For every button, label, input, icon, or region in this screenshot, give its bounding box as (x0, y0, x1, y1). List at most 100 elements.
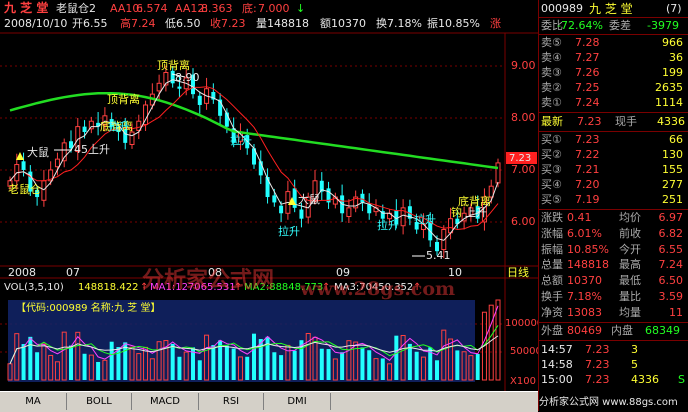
volume-bar (116, 347, 121, 380)
hook-label: 钩 (451, 206, 462, 219)
low-value: 5.41 (426, 249, 451, 262)
inner-label: 内盘 (611, 324, 633, 337)
tab-ma[interactable]: MA (0, 393, 67, 410)
quote-row[interactable]: 15:00 7.23 4336 S (539, 373, 688, 387)
bar-date: 2008/10/10 (4, 17, 68, 30)
quote-row[interactable]: 总量 148818 最高 7.24 (539, 258, 688, 272)
sell-volume: 1114 (655, 96, 683, 109)
stat-value: 10370 (567, 274, 602, 288)
buy-volume: 130 (662, 148, 683, 161)
quote-sidebar: 000989 九 芝 堂 (7) 委比 -72.64% 委差 -3979 卖⑤ 7… (538, 0, 688, 411)
bottom-value: 7.000 (258, 2, 290, 15)
quote-row[interactable]: 买④ 7.20 277 (539, 178, 688, 192)
date-tick: 2008 (8, 266, 36, 279)
volume-bar (197, 360, 202, 380)
sell-level-label: 卖① (541, 96, 562, 109)
bar-low: 低6.50 (165, 17, 201, 30)
bottom-arrow-icon: ↓ (296, 2, 306, 15)
quote-row[interactable]: 振幅 10.85% 今开 6.55 (539, 243, 688, 257)
volume-bar (394, 335, 399, 380)
vol-title: VOL(3,5,10) (4, 282, 64, 293)
buy-volume: 277 (662, 178, 683, 191)
candle-body (129, 131, 135, 146)
candle-body (346, 207, 352, 218)
quote-row[interactable]: 卖① 7.24 1114 (539, 96, 688, 110)
buy-volume: 66 (669, 133, 683, 146)
footer-watermark: 分析家公式网 www.88gs.com (539, 397, 678, 408)
weicha-value: -3979 (647, 19, 679, 32)
quote-row[interactable]: 涨幅 6.01% 前收 6.82 (539, 227, 688, 241)
inner-panel-label: 【代码:000989 名称:九 芝 堂】 (16, 303, 161, 314)
indicator-name[interactable]: 老鼠仓2 (56, 3, 96, 15)
big-rat-label: 大鼠 (27, 146, 49, 159)
quote-row[interactable]: 总额 10370 最低 6.50 (539, 274, 688, 288)
quote-row[interactable]: 卖⑤ 7.28 966 (539, 36, 688, 50)
quote-row[interactable]: 买② 7.22 130 (539, 148, 688, 162)
watermark-url: www.28gs.com (300, 278, 456, 300)
buy-price: 7.19 (575, 193, 600, 206)
tab-boll[interactable]: BOLL (67, 393, 132, 410)
volume-bar (245, 356, 250, 380)
candle-body (54, 158, 60, 168)
volume-bar (292, 350, 297, 380)
axis-mode[interactable]: 日线 (507, 267, 529, 279)
stat-label: 总额 (541, 274, 563, 288)
volume-bar (224, 345, 229, 380)
sell-level-label: 卖② (541, 81, 562, 94)
volume-bar (407, 343, 412, 380)
quote-row[interactable]: 买⑤ 7.19 251 (539, 193, 688, 207)
tab-rsi[interactable]: RSI (199, 393, 264, 410)
quote-row[interactable]: 买③ 7.21 155 (539, 163, 688, 177)
buy-price: 7.22 (575, 148, 600, 161)
stock-name: 九 芝 堂 (4, 1, 49, 15)
inner-value: 68349 (645, 324, 680, 337)
bar-open: 开6.55 (72, 17, 108, 30)
tab-macd[interactable]: MACD (132, 393, 199, 410)
stat-label: 量比 (619, 290, 641, 303)
quote-row[interactable]: 涨跌 0.41 均价 6.97 (539, 211, 688, 225)
date-tick: 07 (66, 266, 80, 279)
volume-bar (35, 352, 40, 380)
tick-time: 14:58 (541, 358, 573, 371)
stat-value: 7.18% (567, 290, 602, 303)
quote-row[interactable]: 净资 13083 均量 11 (539, 306, 688, 320)
rat-label: 老鼠仓 (8, 183, 41, 196)
tick-time: 15:00 (541, 373, 573, 386)
candle-body (360, 193, 365, 203)
volume-bar (360, 347, 365, 380)
vol-axis-tick: X100 (510, 376, 536, 387)
sell-level-label: 卖④ (541, 51, 562, 64)
candle-body (156, 82, 162, 92)
bar-volume: 量148818 (256, 17, 309, 30)
quote-row[interactable]: 换手 7.18% 量比 3.59 (539, 290, 688, 304)
sell-price: 7.25 (575, 81, 600, 94)
stat-label: 今开 (619, 242, 641, 256)
bar-close: 收7.23 (210, 17, 246, 30)
volume-bar (380, 358, 385, 380)
bar-change: 涨 (490, 17, 501, 30)
tab-dmi[interactable]: DMI (264, 393, 331, 410)
bar-amount: 额10370 (320, 17, 366, 30)
tick-price: 7.23 (585, 343, 610, 356)
quote-row[interactable]: 14:58 7.23 5 (539, 358, 688, 372)
volume-bar (252, 333, 256, 380)
volume-bar (340, 352, 345, 380)
candle-body (299, 209, 304, 219)
stat-label: 总量 (541, 258, 563, 272)
volume-bar (475, 353, 480, 380)
volume-bar (272, 352, 277, 380)
quote-row[interactable]: 买① 7.23 66 (539, 133, 688, 147)
stat-value: 148818 (567, 258, 609, 272)
price-tick: 9.00 (511, 59, 536, 72)
quote-row[interactable]: 卖③ 7.26 199 (539, 66, 688, 80)
volume-bar (82, 353, 87, 380)
quote-row[interactable]: 卖② 7.25 2635 (539, 81, 688, 95)
latest-hand-label: 现手 (615, 115, 637, 128)
quote-row[interactable]: 14:57 7.23 3 (539, 343, 688, 357)
quote-row[interactable]: 卖④ 7.27 36 (539, 51, 688, 65)
side-code: 000989 (541, 2, 583, 15)
volume-bar (414, 351, 419, 380)
candle-body (197, 95, 202, 105)
price-tick: 8.00 (511, 111, 536, 124)
candle-body (495, 162, 501, 184)
